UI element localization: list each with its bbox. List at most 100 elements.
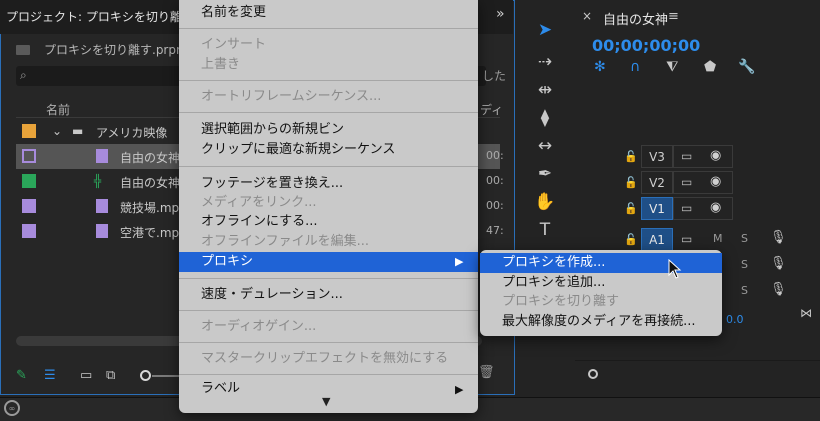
- freeform-view-icon[interactable]: ⧉: [106, 368, 115, 383]
- column-media-header[interactable]: ディ: [480, 101, 503, 118]
- eye-icon[interactable]: ◉: [710, 174, 721, 189]
- menu-item-rename[interactable]: 名前を変更: [179, 3, 478, 23]
- ripple-edit-tool-icon[interactable]: ⇹: [533, 80, 557, 100]
- folder-icon: ▬: [72, 124, 84, 138]
- project-file-icon: [16, 45, 30, 55]
- lock-icon[interactable]: 🔓: [624, 202, 638, 215]
- lock-icon[interactable]: 🔓: [624, 176, 638, 189]
- icon-view-icon[interactable]: ▭: [80, 368, 92, 383]
- clip-icon: [96, 199, 108, 213]
- pencil-icon[interactable]: ✎: [16, 368, 27, 383]
- zoom-slider-track[interactable]: [152, 375, 180, 377]
- track-select-tool-icon[interactable]: ⇢: [533, 52, 557, 72]
- lock-icon[interactable]: 🔓: [624, 233, 638, 246]
- menu-item-speed-duration[interactable]: 速度・デュレーション...: [179, 285, 478, 305]
- menu-separator: [179, 166, 478, 167]
- menu-item-disable-master-clip-effects[interactable]: マスタークリップエフェクトを無効にする: [179, 349, 478, 369]
- menu-item-create-proxies[interactable]: プロキシを作成...: [480, 253, 722, 273]
- eye-icon[interactable]: ◉: [710, 200, 721, 215]
- menu-item-insert[interactable]: インサート: [179, 35, 478, 55]
- solo-button[interactable]: S: [741, 258, 748, 271]
- type-tool-icon[interactable]: T: [533, 220, 557, 240]
- menu-item-replace-footage[interactable]: フッテージを置き換え...: [179, 174, 478, 194]
- track-row-v1: 🔓 V1 ▭ ◉: [580, 196, 820, 221]
- menu-item-auto-reframe[interactable]: オートリフレームシーケンス...: [179, 87, 478, 107]
- clip-icon: [96, 149, 108, 163]
- track-name[interactable]: V1: [641, 197, 673, 220]
- trash-icon[interactable]: 🗑: [478, 365, 495, 380]
- label-swatch: [22, 224, 36, 238]
- nest-icon[interactable]: ✻: [594, 59, 606, 75]
- scroll-down-icon[interactable]: ▼: [322, 395, 330, 408]
- search-icon: ⌕: [20, 68, 27, 82]
- track-row-v2: 🔓 V2 ▭ ◉: [580, 170, 820, 195]
- menu-item-new-bin-from-selection[interactable]: 選択範囲からの新規ビン: [179, 120, 478, 140]
- microphone-icon[interactable]: 🎙: [770, 282, 787, 297]
- menu-separator: [179, 374, 478, 375]
- sync-lock-icon[interactable]: ▭: [681, 149, 692, 163]
- wrench-icon[interactable]: 🔧: [738, 59, 755, 75]
- menu-item-label[interactable]: ラベル: [179, 380, 478, 394]
- slip-tool-icon[interactable]: ↔: [533, 136, 557, 156]
- menu-separator: [179, 278, 478, 279]
- list-item-label: 自由の女神: [120, 176, 181, 190]
- disclosure-icon[interactable]: ⌄: [52, 124, 62, 138]
- menu-item-audio-gain[interactable]: オーディオゲイン...: [179, 317, 478, 337]
- menu-item-proxy[interactable]: プロキシ: [179, 252, 478, 272]
- zoom-slider-handle[interactable]: [140, 370, 151, 381]
- more-panels-icon[interactable]: »: [496, 6, 505, 22]
- menu-separator: [179, 310, 478, 311]
- mouse-cursor-icon: [668, 259, 682, 279]
- timeline-zoom-handle[interactable]: [588, 369, 598, 379]
- menu-separator: [179, 112, 478, 113]
- close-icon[interactable]: ×: [582, 9, 592, 23]
- menu-item-make-offline[interactable]: オフラインにする...: [179, 212, 478, 232]
- items-selected-text: した: [482, 69, 507, 83]
- track-row-a1: 🔓 A1 ▭ M S 🎙: [580, 227, 820, 252]
- menu-separator: [179, 28, 478, 29]
- menu-item-detach-proxies[interactable]: プロキシを切り離す: [480, 292, 722, 312]
- project-tab[interactable]: プロジェクト: プロキシを切り離: [6, 8, 182, 25]
- project-file-name: プロキシを切り離す.prproj: [44, 43, 192, 57]
- timeline-scrollbar[interactable]: [575, 360, 820, 390]
- track-name[interactable]: V2: [641, 171, 673, 194]
- menu-item-link-media[interactable]: メディアをリンク...: [179, 193, 478, 213]
- marker-icon[interactable]: ⬟: [704, 59, 716, 75]
- lock-icon[interactable]: 🔓: [624, 150, 638, 163]
- list-item-label: 自由の女神: [120, 151, 181, 165]
- menu-item-overwrite[interactable]: 上書き: [179, 55, 478, 75]
- track-name[interactable]: A1: [641, 228, 673, 251]
- sequence-icon: ╬: [94, 174, 102, 188]
- track-name[interactable]: V3: [641, 145, 673, 168]
- playhead-timecode[interactable]: 00;00;00;00: [592, 36, 700, 55]
- menu-separator: [179, 80, 478, 81]
- list-item-duration: 00:: [486, 149, 504, 162]
- sync-lock-icon[interactable]: ▭: [681, 201, 692, 215]
- linked-selection-icon[interactable]: ⧨: [666, 59, 679, 75]
- volume-value[interactable]: 0.0: [726, 313, 744, 326]
- sync-lock-icon[interactable]: ▭: [681, 232, 692, 246]
- menu-item-new-sequence-from-clip[interactable]: クリップに最適な新規シーケンス: [179, 140, 478, 160]
- razor-tool-icon[interactable]: ⧫: [533, 108, 557, 128]
- selection-tool-icon[interactable]: ➤: [533, 20, 557, 40]
- panel-menu-icon[interactable]: ≡: [668, 9, 679, 24]
- menu-item-edit-offline[interactable]: オフラインファイルを編集...: [179, 232, 478, 252]
- microphone-icon[interactable]: 🎙: [770, 256, 787, 271]
- menu-item-reconnect-full-resolution[interactable]: 最大解像度のメディアを再接続...: [480, 312, 722, 332]
- solo-button[interactable]: S: [741, 232, 748, 245]
- sync-lock-icon[interactable]: ▭: [681, 175, 692, 189]
- label-swatch: [22, 174, 36, 188]
- solo-button[interactable]: S: [741, 284, 748, 297]
- snap-icon[interactable]: ∩: [630, 59, 640, 75]
- hand-tool-icon[interactable]: ✋: [533, 192, 557, 212]
- creative-cloud-icon[interactable]: ∞: [4, 400, 20, 416]
- eye-icon[interactable]: ◉: [710, 148, 721, 163]
- column-name-header[interactable]: 名前: [46, 101, 70, 118]
- pen-tool-icon[interactable]: ✒: [533, 164, 557, 184]
- mute-button[interactable]: M: [713, 232, 723, 245]
- list-view-icon[interactable]: ☰: [44, 368, 56, 383]
- microphone-icon[interactable]: 🎙: [770, 230, 787, 245]
- clip-icon: [96, 224, 108, 238]
- menu-item-attach-proxies[interactable]: プロキシを追加...: [480, 273, 722, 293]
- timeline-tab[interactable]: 自由の女神: [603, 9, 668, 28]
